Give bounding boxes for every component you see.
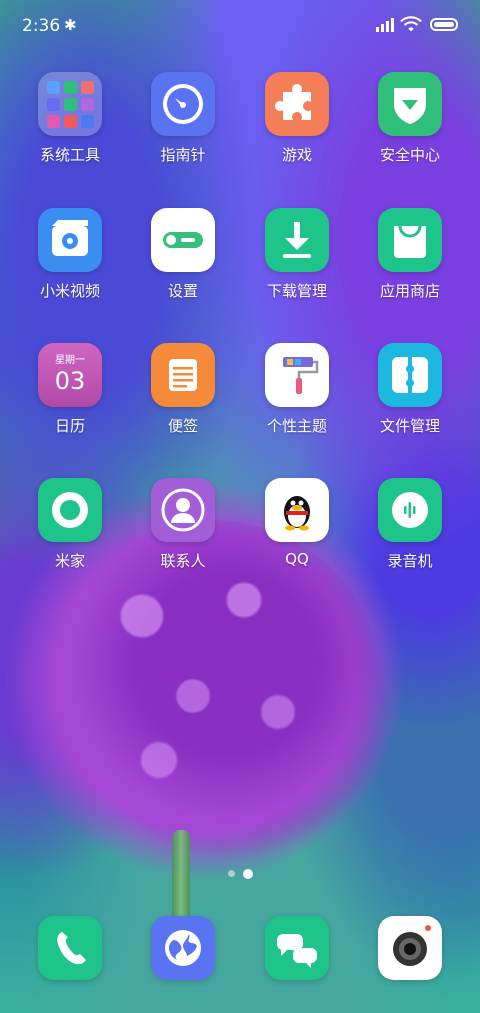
app-security-center[interactable]: 安全中心 [355, 72, 465, 165]
qq-penguin-icon [265, 478, 329, 542]
app-label: 安全中心 [379, 146, 440, 164]
app-label: 下载管理 [266, 282, 327, 300]
app-contacts[interactable]: 联系人 [128, 478, 238, 571]
calendar-weekday: 星期一 [55, 355, 85, 366]
app-app-store[interactable]: 应用商店 [355, 208, 465, 301]
recorder-icon [378, 478, 442, 542]
messages-icon [265, 916, 329, 980]
calendar-icon: 星期一 03 [38, 343, 102, 407]
app-themes[interactable]: 个性主题 [242, 343, 352, 436]
puzzle-icon [265, 72, 329, 136]
mijia-ring-icon [38, 478, 102, 542]
page-dot[interactable] [228, 870, 235, 877]
app-label: QQ [285, 550, 309, 568]
phone-icon [38, 916, 102, 980]
app-recorder[interactable]: 录音机 [355, 478, 465, 571]
contacts-icon [151, 478, 215, 542]
app-mijia[interactable]: 米家 [15, 478, 125, 571]
app-games[interactable]: 游戏 [242, 72, 352, 165]
dock-camera[interactable] [378, 916, 442, 980]
signal-icon [376, 18, 394, 32]
app-notes[interactable]: 便签 [128, 343, 238, 436]
shopping-bag-icon [378, 208, 442, 272]
dock-phone[interactable] [38, 916, 102, 980]
app-label: 文件管理 [379, 417, 440, 435]
wallpaper-flower-stem [172, 830, 190, 930]
app-download-manager[interactable]: 下载管理 [242, 208, 352, 301]
shield-icon [378, 72, 442, 136]
app-label: 小米视频 [39, 282, 100, 300]
dock-browser[interactable] [151, 916, 215, 980]
calendar-day: 03 [54, 367, 86, 395]
app-label: 指南针 [160, 146, 206, 164]
download-icon [265, 208, 329, 272]
app-compass[interactable]: 指南针 [128, 72, 238, 165]
app-label: 便签 [167, 417, 198, 435]
app-label: 个性主题 [266, 417, 327, 435]
compass-icon [151, 72, 215, 136]
notes-icon [151, 343, 215, 407]
camera-icon [378, 916, 442, 980]
app-label: 录音机 [387, 552, 433, 570]
app-mi-video[interactable]: 小米视频 [15, 208, 125, 301]
page-indicator [0, 869, 480, 880]
app-qq[interactable]: QQ [242, 478, 352, 568]
bluetooth-icon: ✱ [64, 16, 77, 34]
dock-messages[interactable] [265, 916, 329, 980]
wifi-icon [400, 16, 422, 32]
app-label: 米家 [54, 552, 85, 570]
app-label: 设置 [167, 282, 198, 300]
file-manager-icon [378, 343, 442, 407]
app-calendar[interactable]: 星期一 03 日历 [15, 343, 125, 436]
paint-roller-icon [265, 343, 329, 407]
app-file-manager[interactable]: 文件管理 [355, 343, 465, 436]
page-dot-active[interactable] [243, 869, 253, 879]
battery-icon [430, 18, 458, 31]
app-system-tools[interactable]: 系统工具 [15, 72, 125, 165]
app-settings[interactable]: 设置 [128, 208, 238, 301]
app-label: 联系人 [160, 552, 206, 570]
app-label: 系统工具 [39, 146, 100, 164]
settings-toggle-icon [151, 208, 215, 272]
video-icon [38, 208, 102, 272]
app-label: 应用商店 [379, 282, 440, 300]
folder-system-tools-icon [38, 72, 102, 136]
browser-globe-icon [151, 916, 215, 980]
status-time: 2:36 [22, 16, 61, 36]
status-bar: 2:36 ✱ [0, 0, 480, 52]
app-label: 游戏 [281, 146, 312, 164]
app-label: 日历 [54, 417, 85, 435]
